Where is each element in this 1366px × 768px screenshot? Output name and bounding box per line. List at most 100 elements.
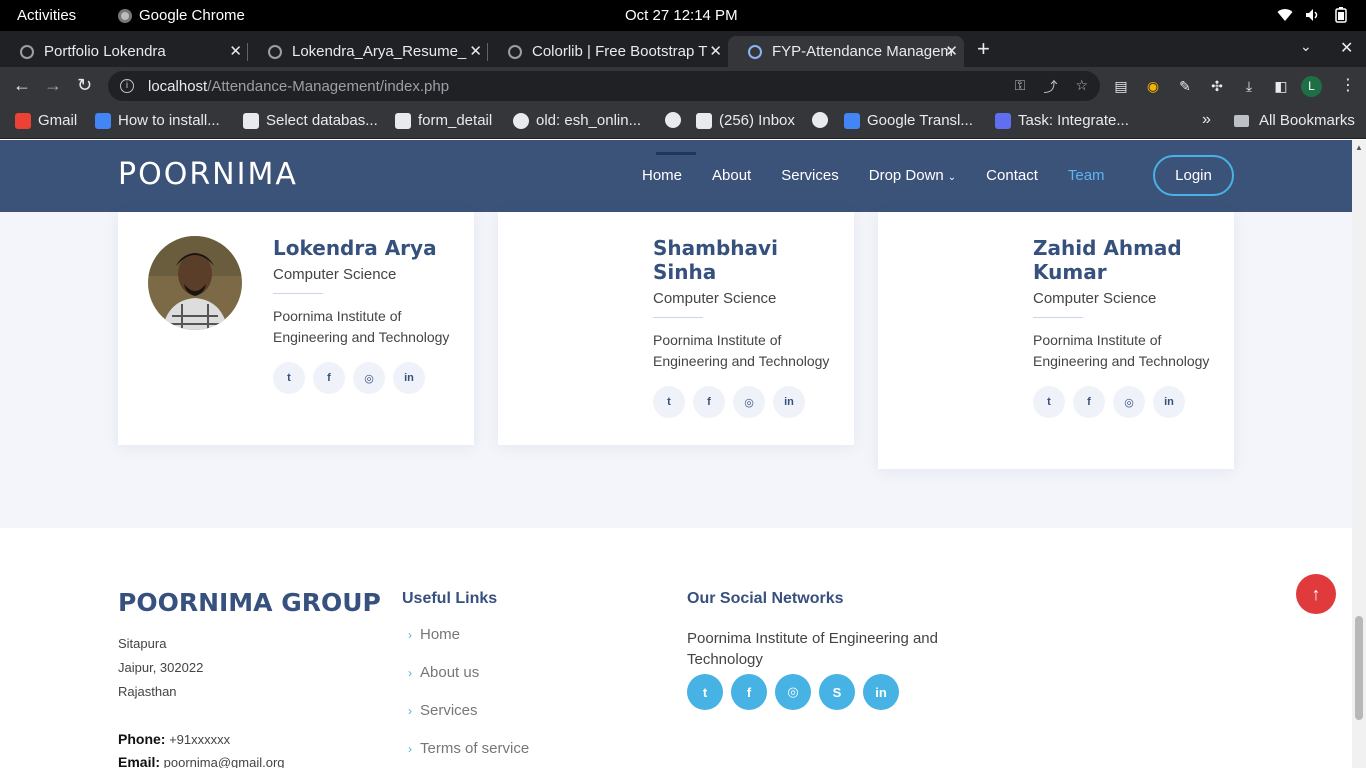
footer-link-services[interactable]: › Services — [408, 702, 529, 740]
address-line: Sitapura — [118, 636, 167, 651]
back-icon[interactable]: ← — [13, 75, 31, 96]
footer-link-home[interactable]: › Home — [408, 626, 529, 664]
bookmark-form-detail[interactable]: form_detail — [395, 112, 492, 129]
bookmark-task-integrate[interactable]: Task: Integrate... — [995, 112, 1129, 129]
activities-button[interactable]: Activities — [17, 7, 76, 24]
nav-team[interactable]: Team — [1068, 167, 1105, 184]
tab-title: Lokendra_Arya_Resume_ — [292, 43, 467, 60]
share-icon[interactable]: ⤴ — [1043, 77, 1057, 97]
twitter-icon[interactable]: t — [273, 362, 305, 394]
tab-search-icon[interactable]: ⌄ — [1300, 38, 1312, 55]
linkedin-icon[interactable]: in — [773, 386, 805, 418]
tab-colorlib[interactable]: Colorlib | Free Bootstrap T ✕ — [488, 36, 728, 67]
facebook-icon[interactable]: f — [313, 362, 345, 394]
facebook-icon[interactable]: f — [693, 386, 725, 418]
bookmark-inbox[interactable]: (256) Inbox — [696, 112, 795, 129]
forward-icon[interactable]: → — [44, 75, 62, 96]
new-tab-icon[interactable]: + — [977, 36, 990, 62]
address-bar[interactable]: i localhost/Attendance-Management/index.… — [108, 71, 1100, 101]
menu-icon[interactable]: ⋮ — [1340, 75, 1356, 95]
site-header: POORNIMA Home About Services Drop Down ⌄ … — [0, 140, 1352, 212]
url-text[interactable]: localhost/Attendance-Management/index.ph… — [148, 78, 449, 95]
link-icon — [995, 112, 1011, 129]
download-icon[interactable]: ⤓ — [1240, 78, 1258, 96]
facebook-icon[interactable]: f — [731, 674, 767, 710]
tab-portfolio[interactable]: Portfolio Lokendra ✕ — [0, 36, 248, 67]
login-button[interactable]: Login — [1153, 155, 1234, 196]
linkedin-icon[interactable]: in — [863, 674, 899, 710]
bookmark-globe-2[interactable] — [812, 112, 835, 128]
scroll-up-icon[interactable]: ▲ — [1355, 143, 1363, 152]
nav-about[interactable]: About — [712, 167, 751, 184]
linkedin-icon[interactable]: in — [1153, 386, 1185, 418]
member-socials: t f ◎ in — [1033, 386, 1213, 418]
window-close-icon[interactable]: ✕ — [1340, 38, 1353, 58]
linkedin-icon[interactable]: in — [393, 362, 425, 394]
main-nav: Home About Services Drop Down ⌄ Contact T… — [642, 152, 1135, 184]
nav-contact[interactable]: Contact — [986, 167, 1038, 184]
twitter-icon[interactable]: t — [1033, 386, 1065, 418]
member-name: Shambhavi Sinha — [653, 236, 778, 284]
footer-link-about[interactable]: › About us — [408, 664, 529, 702]
scrollbar-thumb[interactable] — [1355, 616, 1363, 720]
all-bookmarks[interactable]: All Bookmarks — [1234, 112, 1355, 129]
link-label: Terms of service — [420, 740, 530, 757]
footer-address: Sitapura Jaipur, 302022 Rajasthan — [118, 632, 203, 704]
close-icon[interactable]: ✕ — [229, 42, 242, 60]
globe-icon — [812, 112, 828, 128]
instagram-icon[interactable]: ◎ — [1113, 386, 1145, 418]
tab-title: FYP-Attendance Managem — [772, 43, 953, 60]
bookmark-google-translate[interactable]: Google Transl... — [844, 112, 973, 129]
bookmark-globe[interactable] — [665, 112, 688, 128]
tab-title: Colorlib | Free Bootstrap T — [532, 43, 708, 60]
puzzle-icon[interactable]: ✣ — [1208, 78, 1226, 96]
instagram-icon[interactable]: ◎ — [775, 674, 811, 710]
site-logo[interactable]: POORNIMA — [118, 157, 298, 192]
key-icon[interactable]: ⚿ — [1015, 77, 1026, 97]
page-scrollbar[interactable]: ▲ — [1352, 140, 1366, 768]
close-icon[interactable]: ✕ — [709, 42, 722, 60]
twitter-icon[interactable]: t — [687, 674, 723, 710]
team-card: Shambhavi Sinha Computer Science Poornim… — [498, 212, 854, 445]
member-department: Computer Science — [1033, 290, 1157, 307]
side-panel-icon[interactable]: ◧ — [1272, 78, 1290, 96]
twitter-icon[interactable]: t — [653, 386, 685, 418]
footer-link-terms[interactable]: › Terms of service — [408, 740, 529, 768]
nav-home[interactable]: Home — [642, 152, 697, 184]
app-menu[interactable]: Google Chrome — [118, 7, 245, 24]
bookmark-select-database[interactable]: Select databas... — [243, 112, 378, 129]
more-bookmarks-icon[interactable]: » — [1202, 111, 1211, 129]
skype-icon[interactable]: S — [819, 674, 855, 710]
useful-links-title: Useful Links — [402, 590, 498, 607]
nav-dropdown[interactable]: Drop Down ⌄ — [869, 167, 956, 184]
folder-icon — [1234, 114, 1249, 127]
team-card: Zahid Ahmad Kumar Computer Science Poorn… — [878, 212, 1234, 469]
tab-resume[interactable]: Lokendra_Arya_Resume_ ✕ — [248, 36, 488, 67]
email-value[interactable]: poornima@gmail.org — [164, 755, 285, 768]
site-footer: POORNIMA GROUP Sitapura Jaipur, 302022 R… — [0, 528, 1352, 768]
bookmark-label: How to install... — [118, 112, 220, 129]
member-institute: Poornima Institute of Engineering and Te… — [273, 308, 450, 345]
tab-title: Portfolio Lokendra — [44, 43, 166, 60]
clock[interactable]: Oct 27 12:14 PM — [625, 7, 738, 24]
bookmark-old-esh[interactable]: old: esh_onlin... — [513, 112, 641, 129]
reload-icon[interactable]: ↻ — [77, 75, 92, 96]
close-icon[interactable]: ✕ — [945, 42, 958, 60]
nav-dropdown-label: Drop Down — [868, 167, 944, 184]
instagram-icon[interactable]: ◎ — [353, 362, 385, 394]
back-to-top-button[interactable]: ↑ — [1296, 574, 1336, 614]
color-picker-icon[interactable]: ◉ — [1144, 78, 1162, 96]
star-icon[interactable]: ☆ — [1075, 77, 1088, 97]
system-tray[interactable] — [1276, 6, 1350, 24]
facebook-icon[interactable]: f — [1073, 386, 1105, 418]
extension-icon[interactable]: ▤ — [1112, 78, 1130, 96]
profile-avatar[interactable]: L — [1301, 76, 1322, 97]
tab-attendance[interactable]: FYP-Attendance Managem ✕ — [728, 36, 964, 67]
site-info-icon[interactable]: i — [120, 79, 134, 93]
eyedropper-icon[interactable]: ✎ — [1176, 78, 1194, 96]
instagram-icon[interactable]: ◎ — [733, 386, 765, 418]
nav-services[interactable]: Services — [781, 167, 839, 184]
bookmark-gmail[interactable]: Gmail — [15, 112, 77, 129]
close-icon[interactable]: ✕ — [469, 42, 482, 60]
bookmark-how-to-install[interactable]: How to install... — [95, 112, 220, 129]
